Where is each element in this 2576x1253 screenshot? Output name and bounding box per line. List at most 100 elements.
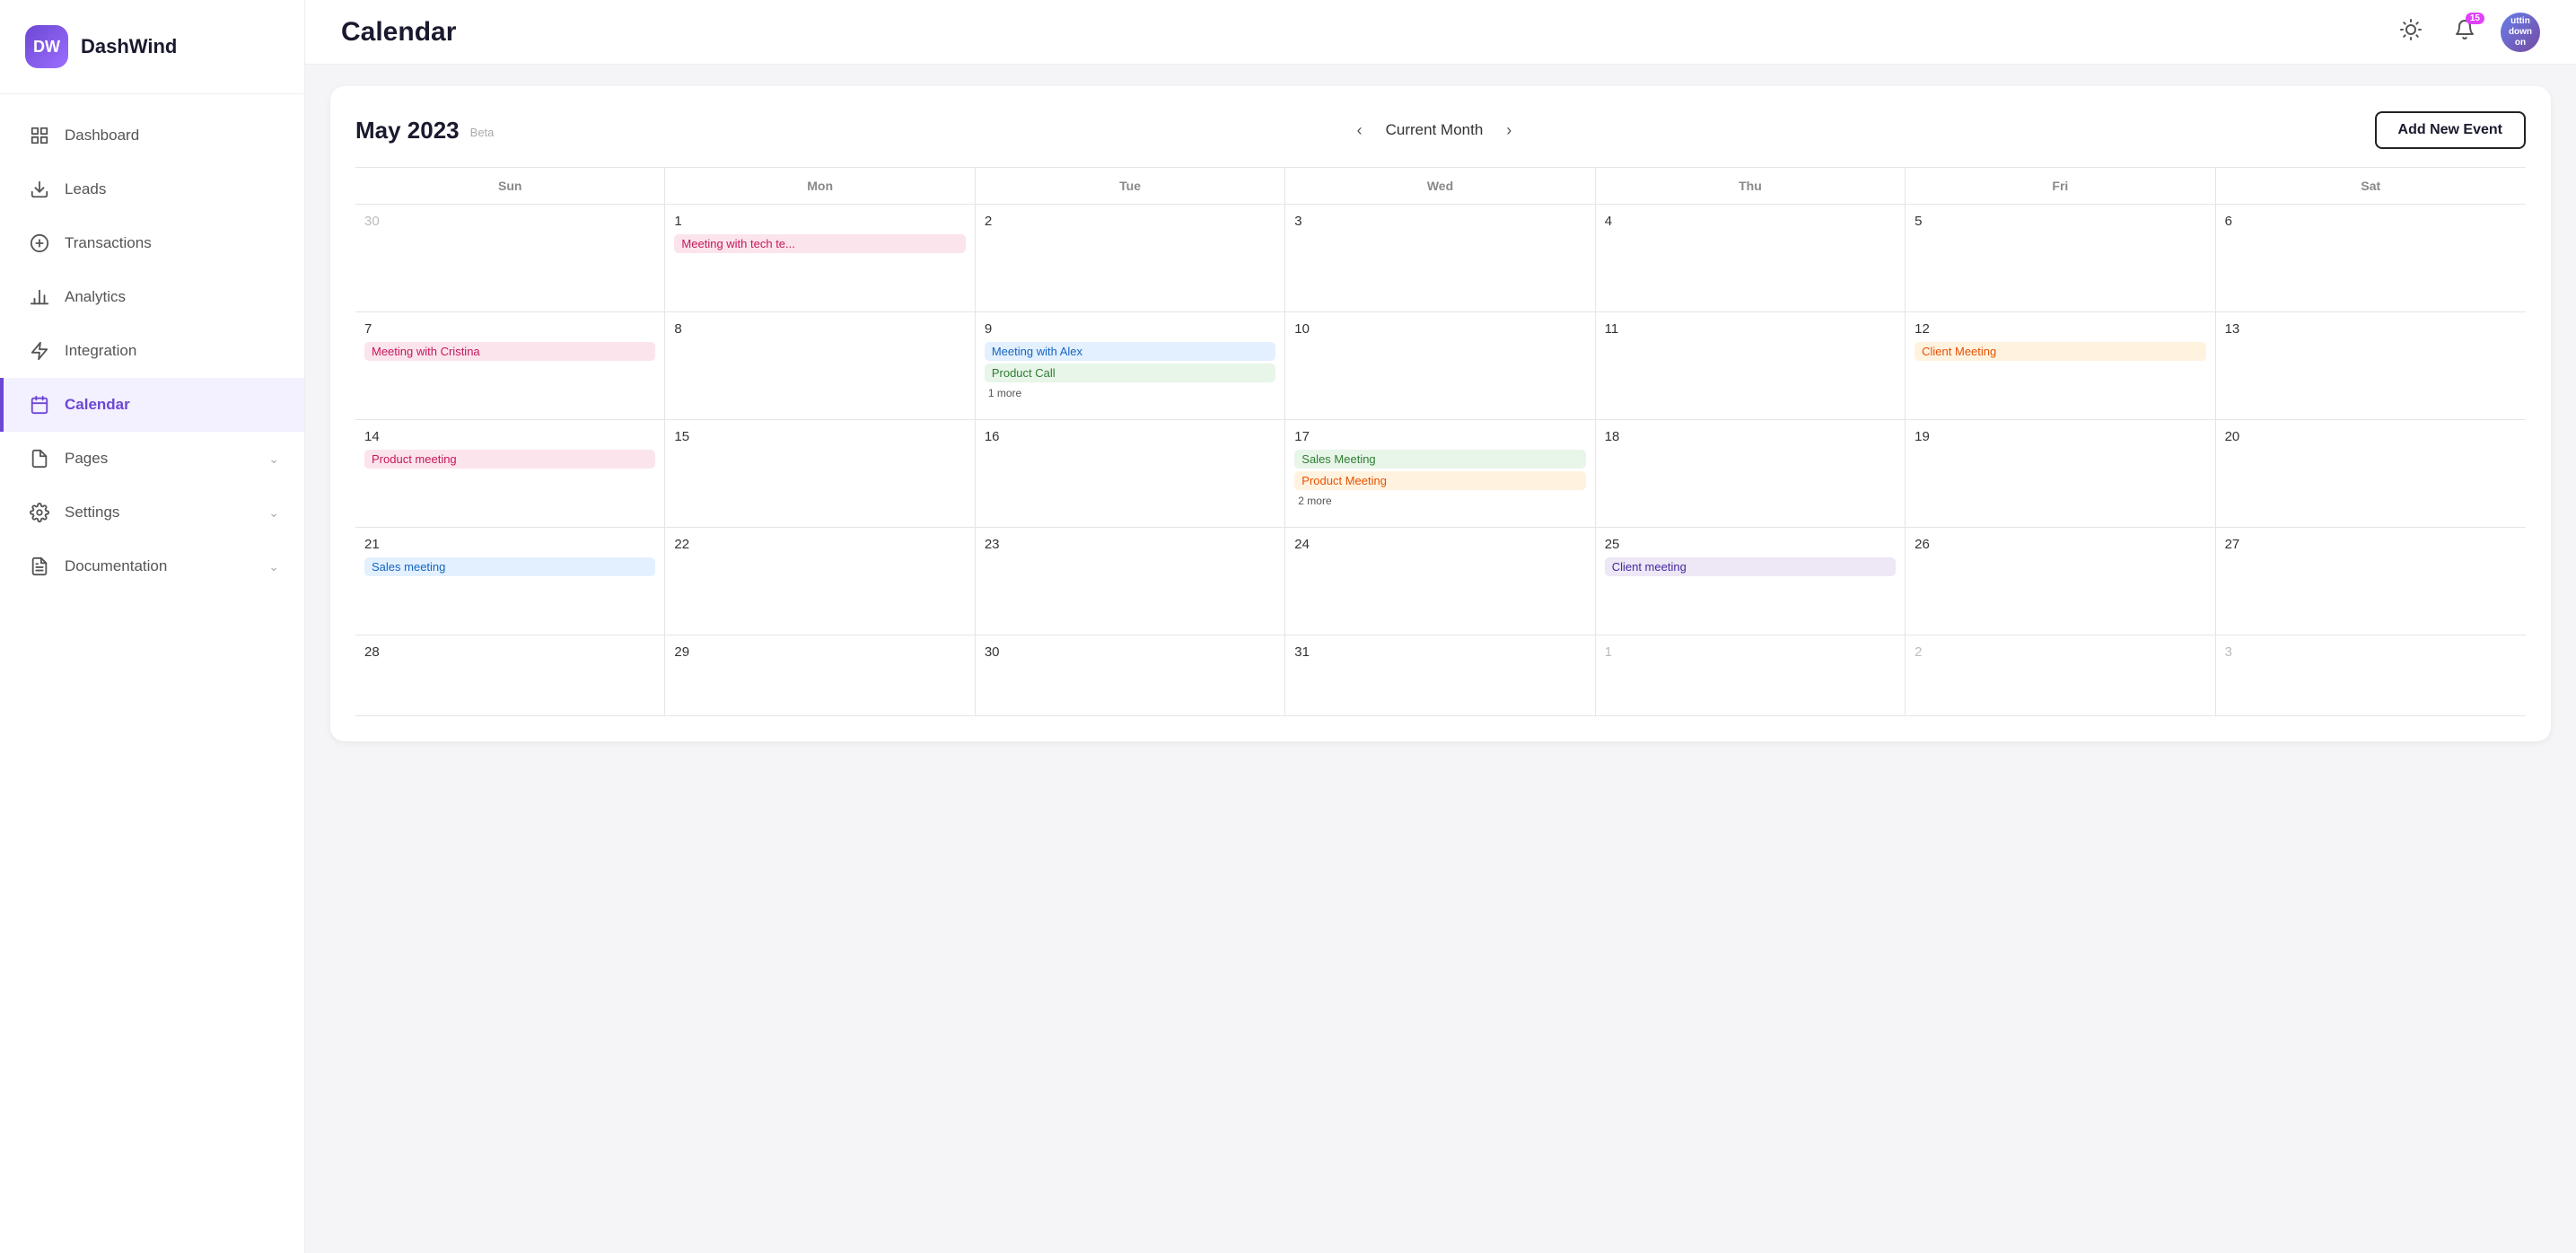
cal-cell-may2[interactable]: 2 bbox=[976, 205, 1285, 311]
day-number: 2 bbox=[985, 214, 1275, 229]
cal-cell-may29[interactable]: 29 bbox=[665, 635, 975, 715]
cal-cell-jun3[interactable]: 3 bbox=[2216, 635, 2526, 715]
event[interactable]: Client Meeting bbox=[1914, 342, 2205, 361]
cal-cell-may26[interactable]: 26 bbox=[1906, 528, 2215, 635]
cal-cell-may10[interactable]: 10 bbox=[1285, 312, 1595, 419]
topbar-right: 15 uttindownon bbox=[2393, 13, 2540, 52]
sidebar-item-documentation[interactable]: Documentation ⌄ bbox=[0, 539, 304, 593]
day-number: 22 bbox=[674, 537, 965, 552]
event[interactable]: Product meeting bbox=[364, 450, 655, 469]
user-avatar[interactable]: uttindownon bbox=[2501, 13, 2540, 52]
day-number: 19 bbox=[1914, 429, 2205, 444]
cal-cell-may3[interactable]: 3 bbox=[1285, 205, 1595, 311]
sidebar-item-transactions[interactable]: Transactions bbox=[0, 216, 304, 270]
sidebar-item-label: Pages bbox=[65, 450, 108, 468]
calendar-month-year: May 2023 bbox=[355, 117, 460, 145]
sidebar-item-pages[interactable]: Pages ⌄ bbox=[0, 432, 304, 486]
download-icon bbox=[29, 179, 50, 200]
add-event-button[interactable]: Add New Event bbox=[2375, 111, 2526, 149]
cal-cell-may23[interactable]: 23 bbox=[976, 528, 1285, 635]
sidebar-item-analytics[interactable]: Analytics bbox=[0, 270, 304, 324]
cal-cell-may15[interactable]: 15 bbox=[665, 420, 975, 527]
cal-cell-may25[interactable]: 25 Client meeting bbox=[1596, 528, 1906, 635]
cal-cell-may6[interactable]: 6 bbox=[2216, 205, 2526, 311]
sidebar-nav: Dashboard Leads Transactions bbox=[0, 94, 304, 1253]
event[interactable]: Product Call bbox=[985, 364, 1275, 382]
day-number: 16 bbox=[985, 429, 1275, 444]
sidebar-header: DW DashWind bbox=[0, 0, 304, 94]
event[interactable]: Meeting with Alex bbox=[985, 342, 1275, 361]
cal-cell-may8[interactable]: 8 bbox=[665, 312, 975, 419]
day-number: 14 bbox=[364, 429, 655, 444]
cal-cell-may14[interactable]: 14 Product meeting bbox=[355, 420, 665, 527]
sidebar-item-settings[interactable]: Settings ⌄ bbox=[0, 486, 304, 539]
more-events[interactable]: 1 more bbox=[985, 385, 1275, 401]
sidebar-item-leads[interactable]: Leads bbox=[0, 162, 304, 216]
sidebar-item-label: Settings bbox=[65, 504, 119, 521]
sidebar-item-integration[interactable]: Integration bbox=[0, 324, 304, 378]
cal-cell-may30[interactable]: 30 bbox=[976, 635, 1285, 715]
cal-cell-may13[interactable]: 13 bbox=[2216, 312, 2526, 419]
event[interactable]: Sales Meeting bbox=[1294, 450, 1585, 469]
sidebar-item-label: Analytics bbox=[65, 288, 126, 306]
cal-cell-apr30[interactable]: 30 bbox=[355, 205, 665, 311]
event[interactable]: Product Meeting bbox=[1294, 471, 1585, 490]
day-number: 12 bbox=[1914, 321, 2205, 337]
cal-cell-may9[interactable]: 9 Meeting with Alex Product Call 1 more bbox=[976, 312, 1285, 419]
calendar-week-2: 7 Meeting with Cristina 8 9 Meeting with… bbox=[355, 312, 2526, 420]
cal-cell-may24[interactable]: 24 bbox=[1285, 528, 1595, 635]
cal-cell-may18[interactable]: 18 bbox=[1596, 420, 1906, 527]
cal-cell-jun1[interactable]: 1 bbox=[1596, 635, 1906, 715]
event[interactable]: Meeting with tech te... bbox=[674, 234, 965, 253]
cal-cell-may11[interactable]: 11 bbox=[1596, 312, 1906, 419]
calendar-grid: Sun Mon Tue Wed Thu Fri Sat 30 1 Meeting… bbox=[355, 167, 2526, 716]
brand-initials: DW bbox=[33, 38, 60, 57]
day-number: 30 bbox=[985, 644, 1275, 660]
doc-icon bbox=[29, 556, 50, 577]
sidebar-item-label: Dashboard bbox=[65, 127, 139, 145]
prev-month-button[interactable]: ‹ bbox=[1348, 116, 1371, 145]
cal-cell-may28[interactable]: 28 bbox=[355, 635, 665, 715]
main-content: Calendar 15 uttindownon bbox=[305, 0, 2576, 1253]
weekday-fri: Fri bbox=[1906, 168, 2215, 204]
sun-icon bbox=[2400, 19, 2422, 46]
event[interactable]: Client meeting bbox=[1605, 557, 1896, 576]
day-number: 3 bbox=[2225, 644, 2517, 660]
cal-cell-may22[interactable]: 22 bbox=[665, 528, 975, 635]
day-number: 25 bbox=[1605, 537, 1896, 552]
day-number: 9 bbox=[985, 321, 1275, 337]
cal-cell-may4[interactable]: 4 bbox=[1596, 205, 1906, 311]
sidebar-item-dashboard[interactable]: Dashboard bbox=[0, 109, 304, 162]
cal-cell-may17[interactable]: 17 Sales Meeting Product Meeting 2 more bbox=[1285, 420, 1595, 527]
event[interactable]: Meeting with Cristina bbox=[364, 342, 655, 361]
bolt-icon bbox=[29, 340, 50, 362]
cal-cell-may21[interactable]: 21 Sales meeting bbox=[355, 528, 665, 635]
brand-name: DashWind bbox=[81, 35, 177, 58]
cal-cell-may20[interactable]: 20 bbox=[2216, 420, 2526, 527]
grid-icon bbox=[29, 125, 50, 146]
cal-cell-jun2[interactable]: 2 bbox=[1906, 635, 2215, 715]
calendar-week-3: 14 Product meeting 15 16 17 Sales Meetin… bbox=[355, 420, 2526, 528]
sidebar-item-label: Integration bbox=[65, 342, 136, 360]
cal-cell-may16[interactable]: 16 bbox=[976, 420, 1285, 527]
pages-icon bbox=[29, 448, 50, 469]
calendar-beta-label: Beta bbox=[470, 122, 495, 139]
cal-cell-may27[interactable]: 27 bbox=[2216, 528, 2526, 635]
sidebar-item-calendar[interactable]: Calendar bbox=[0, 378, 304, 432]
event[interactable]: Sales meeting bbox=[364, 557, 655, 576]
theme-toggle-button[interactable] bbox=[2393, 14, 2429, 50]
page-title: Calendar bbox=[341, 17, 456, 48]
more-events[interactable]: 2 more bbox=[1294, 493, 1585, 509]
cal-cell-may12[interactable]: 12 Client Meeting bbox=[1906, 312, 2215, 419]
day-number: 2 bbox=[1914, 644, 2205, 660]
next-month-button[interactable]: › bbox=[1497, 116, 1520, 145]
cal-cell-may7[interactable]: 7 Meeting with Cristina bbox=[355, 312, 665, 419]
weekday-mon: Mon bbox=[665, 168, 975, 204]
day-number: 13 bbox=[2225, 321, 2517, 337]
cal-cell-may19[interactable]: 19 bbox=[1906, 420, 2215, 527]
cal-cell-may1[interactable]: 1 Meeting with tech te... bbox=[665, 205, 975, 311]
cal-cell-may31[interactable]: 31 bbox=[1285, 635, 1595, 715]
notifications-button[interactable]: 15 bbox=[2447, 14, 2483, 50]
cal-cell-may5[interactable]: 5 bbox=[1906, 205, 2215, 311]
day-number: 8 bbox=[674, 321, 965, 337]
